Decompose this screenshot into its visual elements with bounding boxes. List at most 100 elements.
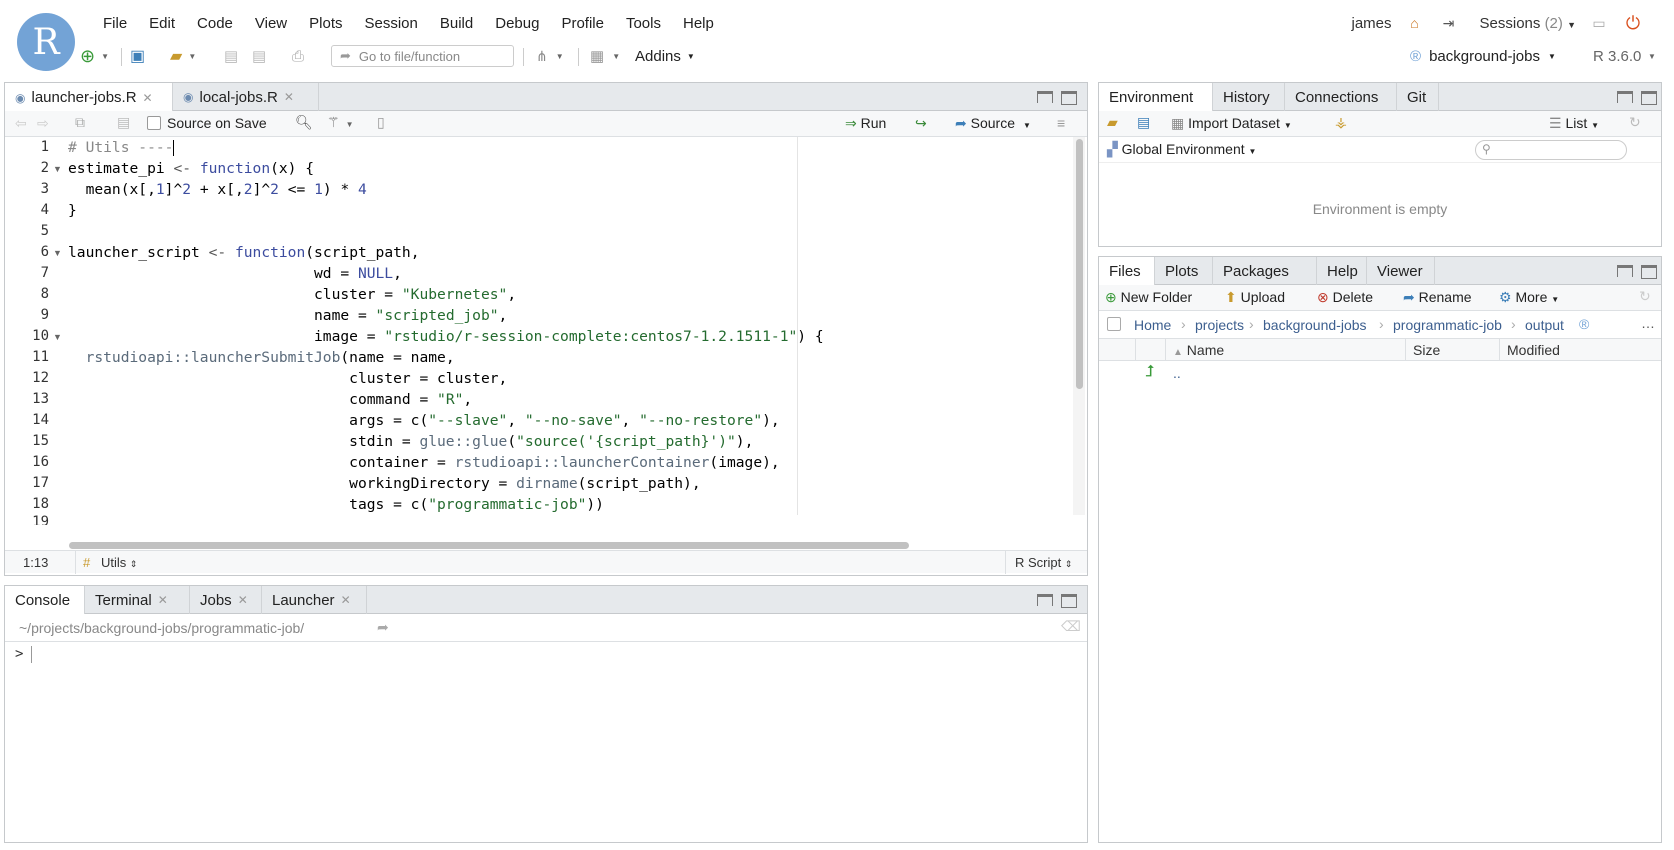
logout-icon[interactable]: ⇥	[1438, 12, 1460, 34]
menu-tools[interactable]: Tools	[615, 14, 672, 34]
minimize-icon[interactable]	[1617, 265, 1633, 277]
close-icon[interactable]: ✕	[341, 593, 351, 607]
rerun-icon[interactable]: ↪	[915, 115, 927, 132]
tab-terminal[interactable]: Terminal ✕	[85, 586, 190, 614]
table-row[interactable]: ⮥ ..	[1099, 361, 1661, 385]
tab-connections[interactable]: Connections	[1285, 83, 1397, 111]
vertical-scrollbar[interactable]	[1073, 137, 1085, 515]
tab-launcher[interactable]: Launcher ✕	[262, 586, 367, 614]
load-workspace-icon[interactable]: ▰	[1107, 114, 1118, 131]
breadcrumb-projects[interactable]: projects	[1195, 317, 1244, 333]
rename-button[interactable]: ➦ Rename	[1403, 289, 1472, 306]
scroll-thumb[interactable]	[1076, 139, 1083, 389]
print-button[interactable]: ⎙	[292, 42, 304, 70]
menu-profile[interactable]: Profile	[550, 14, 615, 34]
upload-button[interactable]: ⬆ Upload	[1225, 289, 1285, 306]
broom-icon[interactable]: ⌫	[1061, 618, 1081, 635]
breadcrumb-home[interactable]: Home	[1134, 317, 1171, 333]
menu-debug[interactable]: Debug	[484, 14, 550, 34]
save-workspace-icon[interactable]: ▤	[1137, 114, 1150, 131]
tab-packages[interactable]: Packages	[1213, 257, 1317, 285]
window-icon[interactable]: ▭	[1588, 12, 1610, 34]
broom-icon[interactable]: ⚶	[1335, 114, 1347, 131]
tab-console[interactable]: Console	[5, 586, 85, 615]
layout-button[interactable]: ▦ ▼	[590, 42, 620, 70]
forward-icon[interactable]: ⇨	[37, 115, 49, 132]
project-r-icon[interactable]: ®	[1579, 316, 1589, 332]
tab-local-jobs[interactable]: ◉ local-jobs.R ✕	[173, 83, 319, 111]
console-input[interactable]	[29, 642, 1079, 832]
refresh-icon[interactable]: ↻	[1639, 288, 1651, 305]
view-mode-button[interactable]: ☰ List ▼	[1549, 115, 1599, 132]
addins-button[interactable]: Addins ▼	[635, 42, 695, 70]
close-icon[interactable]: ✕	[238, 593, 248, 607]
go-to-directory-icon[interactable]: ➦	[377, 619, 389, 636]
show-in-window-icon[interactable]: ⧉	[75, 114, 85, 131]
source-button[interactable]: ➦ Source ▼	[955, 115, 1031, 132]
close-icon[interactable]: ✕	[143, 91, 153, 105]
minimize-icon[interactable]	[1037, 594, 1053, 606]
maximize-icon[interactable]	[1641, 91, 1657, 105]
new-project-button[interactable]: ▣	[130, 42, 145, 70]
tab-jobs[interactable]: Jobs ✕	[190, 586, 262, 614]
code-area[interactable]: # Utils ---- estimate_pi <- function(x) …	[5, 137, 1075, 517]
outline-icon[interactable]: ≡	[1057, 115, 1065, 131]
filetype-selector[interactable]: R Script ⇕	[1015, 555, 1072, 570]
delete-button[interactable]: ⊗ Delete	[1317, 289, 1373, 306]
power-icon[interactable]: ⏻	[1622, 12, 1644, 34]
section-selector[interactable]: Utils ⇕	[101, 555, 137, 570]
menu-build[interactable]: Build	[429, 14, 484, 34]
save-all-button[interactable]: ▤	[252, 42, 266, 70]
project-button[interactable]: ® background-jobs ▼	[1410, 42, 1556, 70]
save-button[interactable]: ▤	[224, 42, 238, 70]
menu-view[interactable]: View	[244, 14, 298, 34]
save-icon[interactable]: ▤	[117, 114, 130, 131]
menu-session[interactable]: Session	[354, 14, 429, 34]
vcs-button[interactable]: ⋔ ▼	[536, 42, 564, 70]
import-dataset-button[interactable]: ▦ Import Dataset ▼	[1171, 115, 1292, 132]
breadcrumb-output[interactable]: output	[1525, 317, 1564, 333]
more-button[interactable]: ⚙ More ▼	[1499, 289, 1559, 306]
compile-report-icon[interactable]: ▯	[377, 114, 385, 131]
maximize-icon[interactable]	[1641, 265, 1657, 279]
parent-folder-link[interactable]: ..	[1173, 365, 1181, 381]
sort-modified-header[interactable]: Modified	[1507, 339, 1560, 361]
breadcrumb-programmatic-job[interactable]: programmatic-job	[1393, 317, 1502, 333]
open-file-button[interactable]: ▰ ▼	[170, 42, 196, 70]
menu-edit[interactable]: Edit	[138, 14, 186, 34]
run-button[interactable]: ⇒ Run	[845, 115, 886, 132]
environment-search-input[interactable]: ⚲	[1475, 140, 1627, 160]
new-folder-button[interactable]: ⊕ New Folder	[1105, 289, 1192, 306]
goto-file-input[interactable]: ➦ Go to file/function	[331, 45, 514, 67]
menu-plots[interactable]: Plots	[298, 14, 353, 34]
magic-wand-icon[interactable]: ⚚ ▼	[327, 114, 353, 131]
back-icon[interactable]: ⇦	[15, 115, 27, 132]
sort-name-header[interactable]: ▲ Name	[1173, 339, 1224, 361]
new-file-button[interactable]: ⊕ ▼	[80, 42, 109, 70]
minimize-icon[interactable]	[1037, 91, 1053, 103]
tab-launcher-jobs[interactable]: ◉ launcher-jobs.R ✕	[5, 83, 173, 112]
tab-history[interactable]: History	[1213, 83, 1285, 111]
refresh-icon[interactable]: ↻	[1629, 114, 1641, 131]
menu-file[interactable]: File	[92, 14, 138, 34]
tab-files[interactable]: Files	[1099, 257, 1155, 286]
home-icon[interactable]: ⌂	[1404, 12, 1426, 34]
more-path-icon[interactable]: …	[1641, 315, 1655, 331]
r-version-menu[interactable]: ▼	[1648, 42, 1656, 70]
maximize-icon[interactable]	[1061, 594, 1077, 608]
scope-selector[interactable]: ▞ Global Environment ▼	[1107, 141, 1256, 158]
close-icon[interactable]: ✕	[158, 593, 168, 607]
search-icon[interactable]: 🔍︎	[295, 114, 313, 131]
tab-environment[interactable]: Environment	[1099, 83, 1213, 112]
sort-size-header[interactable]: Size	[1413, 339, 1440, 361]
breadcrumb-background-jobs[interactable]: background-jobs	[1263, 317, 1367, 333]
horizontal-scrollbar[interactable]	[69, 542, 909, 549]
sessions-button[interactable]: Sessions (2) ▼	[1480, 15, 1576, 32]
tab-plots[interactable]: Plots	[1155, 257, 1213, 285]
menu-code[interactable]: Code	[186, 14, 244, 34]
close-icon[interactable]: ✕	[284, 90, 294, 104]
minimize-icon[interactable]	[1617, 91, 1633, 103]
maximize-icon[interactable]	[1061, 91, 1077, 105]
tab-git[interactable]: Git	[1397, 83, 1439, 111]
tab-viewer[interactable]: Viewer	[1367, 257, 1435, 285]
